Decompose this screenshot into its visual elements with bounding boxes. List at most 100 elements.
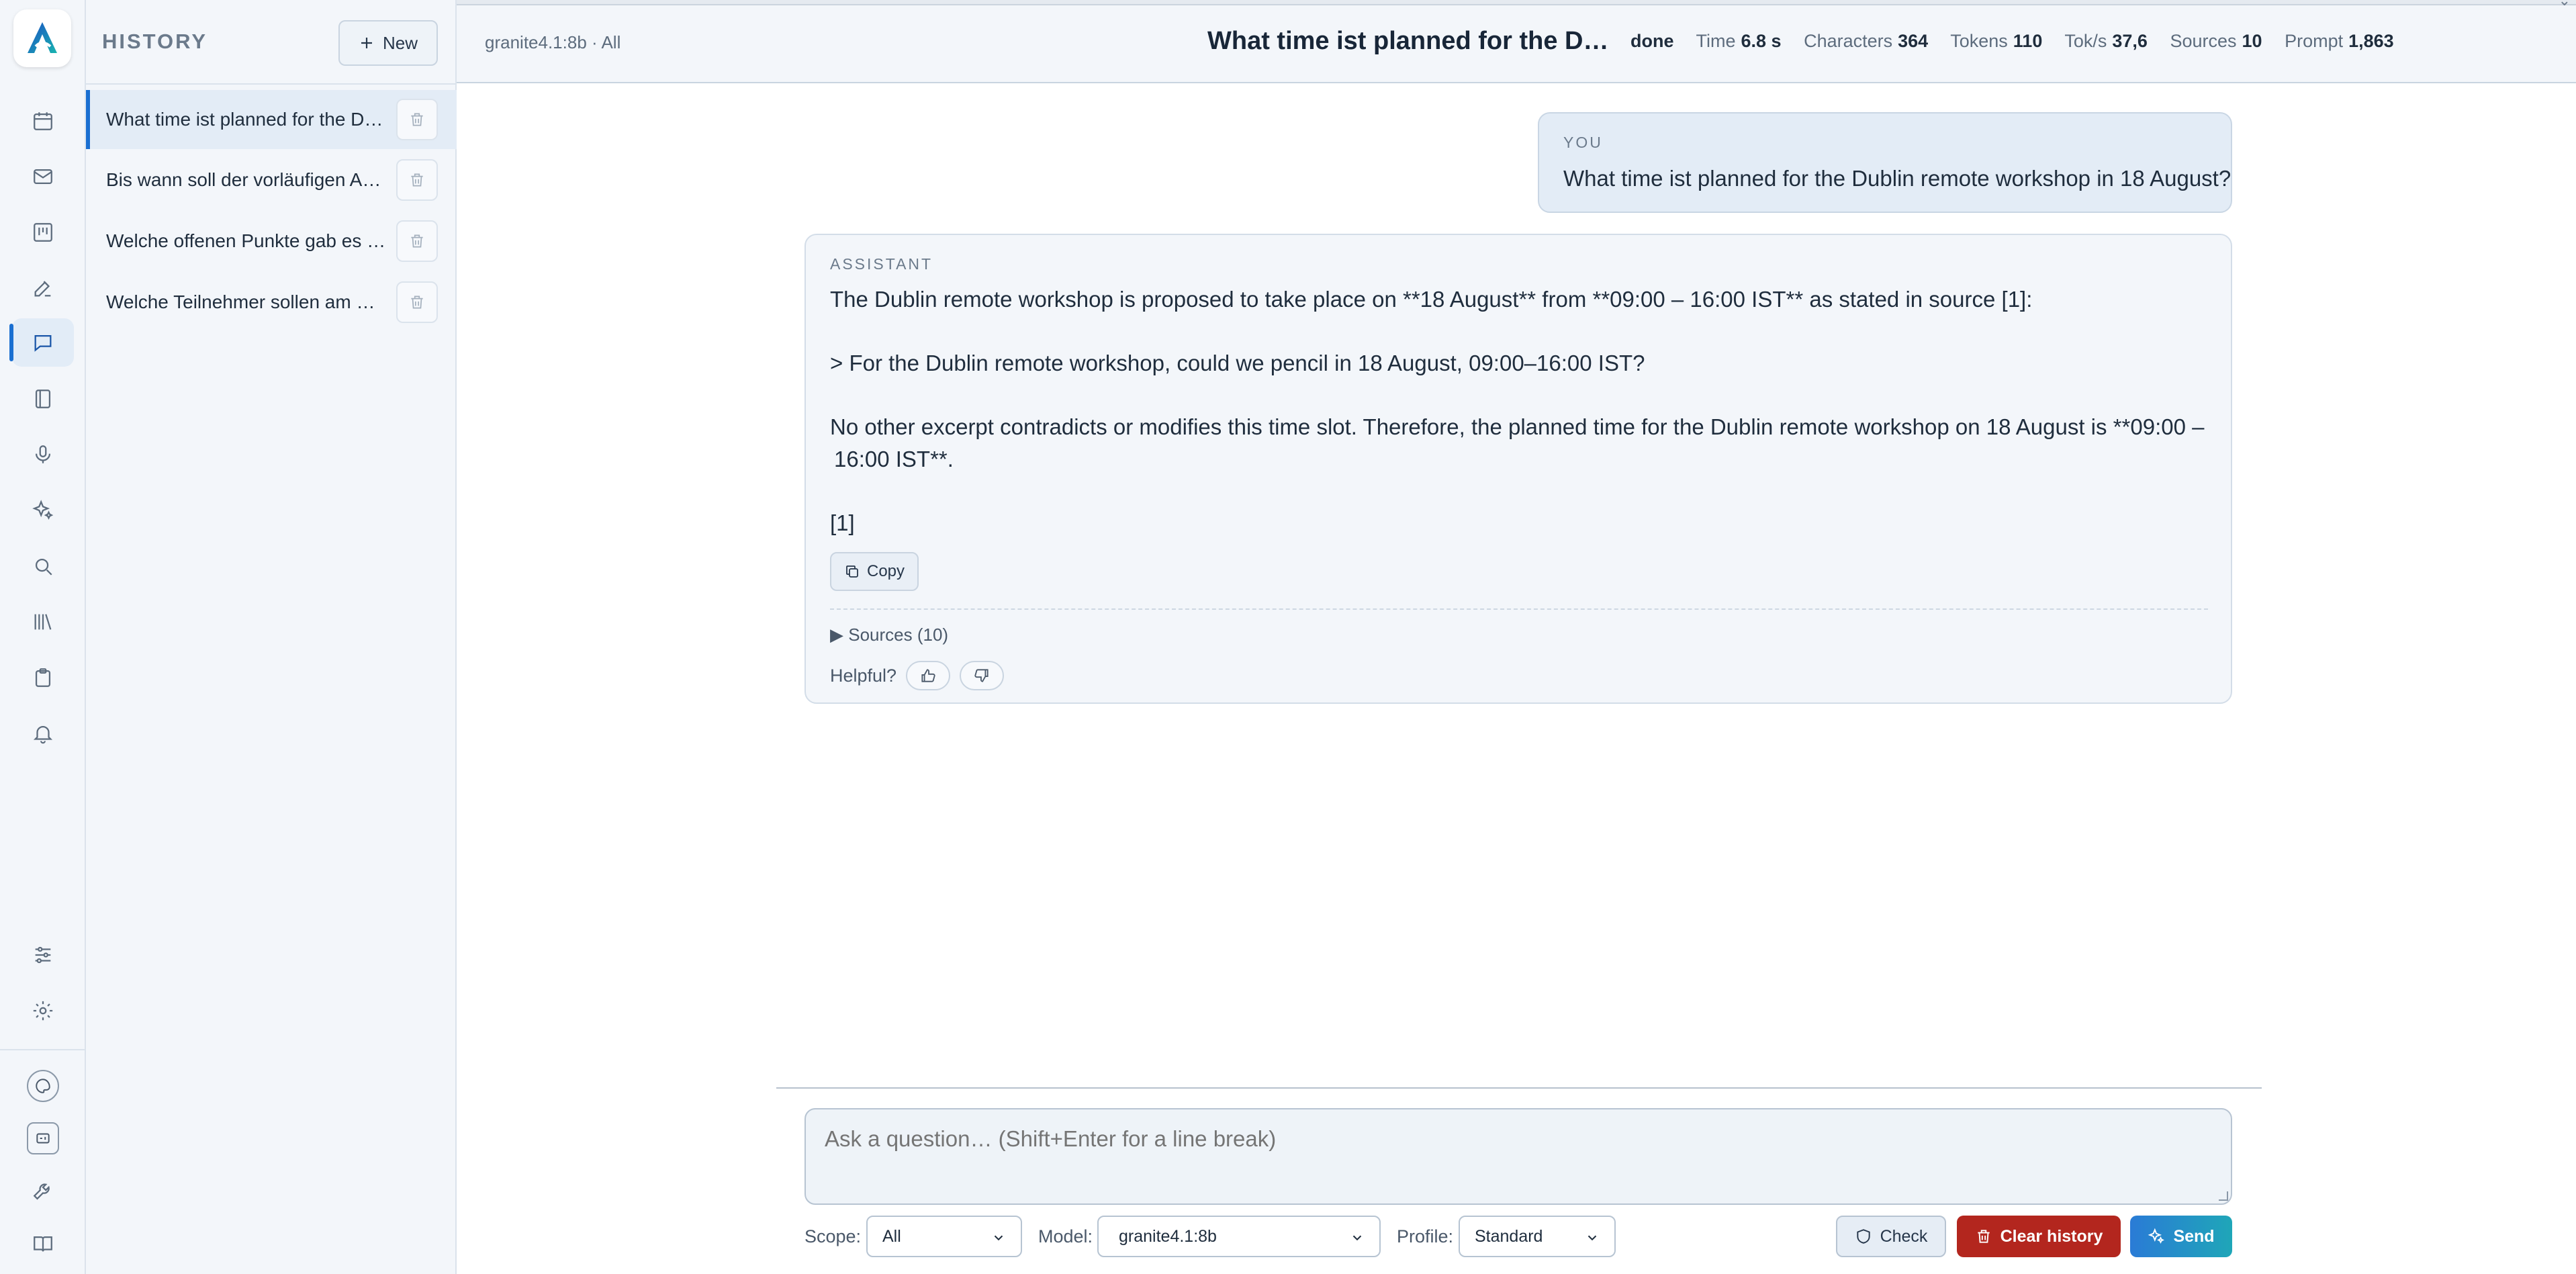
horizontal-scrollbar[interactable] bbox=[457, 0, 2576, 5]
logo-icon bbox=[28, 22, 57, 53]
delete-history-button[interactable] bbox=[396, 220, 438, 262]
bell-icon bbox=[33, 726, 53, 744]
sources-toggle[interactable]: ▶ Sources (10) bbox=[830, 625, 948, 645]
stat-label: Tokens bbox=[1950, 31, 2008, 51]
stat-value: 110 bbox=[2013, 31, 2043, 51]
search-icon bbox=[35, 558, 52, 576]
model-value: granite4.1:8b bbox=[1119, 1226, 1217, 1246]
sliders-icon bbox=[35, 946, 51, 964]
feedback-row: Helpful? bbox=[830, 661, 1005, 690]
nav-chat[interactable] bbox=[9, 318, 74, 367]
composer-divider bbox=[776, 1087, 2262, 1089]
resize-handle[interactable] bbox=[2219, 1191, 2228, 1201]
nav-notifications[interactable] bbox=[12, 709, 74, 758]
nav-calendar[interactable] bbox=[12, 97, 74, 145]
shield-icon bbox=[1856, 1229, 1870, 1244]
assistant-quote-line: > For the Dublin remote workshop, could … bbox=[830, 351, 1645, 375]
app-logo[interactable] bbox=[13, 9, 71, 67]
model-scope-label: granite4.1:8b · All bbox=[485, 32, 621, 52]
mic-icon bbox=[35, 445, 51, 463]
profile-label: Profile: bbox=[1397, 1226, 1454, 1246]
trash-icon bbox=[411, 295, 423, 309]
history-item-label: What time ist planned for the Dublin rem… bbox=[106, 109, 388, 130]
nav-kanban[interactable] bbox=[12, 208, 74, 257]
copy-button[interactable]: Copy bbox=[830, 552, 919, 591]
delete-history-button[interactable] bbox=[396, 281, 438, 323]
stat-value: 1,863 bbox=[2348, 31, 2394, 51]
assistant-message: ASSISTANT The Dublin remote workshop is … bbox=[804, 234, 2232, 704]
assistant-text-line: No other excerpt contradicts or modifies… bbox=[830, 414, 2205, 439]
nav-edit[interactable] bbox=[12, 264, 74, 312]
gb-icon bbox=[36, 1133, 50, 1144]
history-item[interactable]: Welche Teilnehmer sollen am Workshop tei… bbox=[86, 273, 457, 332]
settings-icon bbox=[33, 1001, 53, 1021]
new-chat-button[interactable]: New bbox=[338, 20, 438, 66]
thumbs-down-button[interactable] bbox=[960, 661, 1005, 690]
chevron-down-icon[interactable]: ⌄ bbox=[2559, 0, 2571, 9]
nav-voice[interactable] bbox=[12, 430, 74, 479]
stat-value: 37,6 bbox=[2112, 31, 2148, 51]
stat-value: 6.8 s bbox=[1741, 31, 1782, 51]
clipboard-icon bbox=[35, 668, 51, 687]
question-title: What time ist planned for the Dublin rem… bbox=[1207, 27, 1614, 55]
trash-icon bbox=[411, 173, 423, 187]
stats-bar: done Time 6.8 s Characters 364 Tokens 110 T… bbox=[1630, 31, 2394, 52]
sources-label: Sources (10) bbox=[848, 625, 949, 645]
nav-tools[interactable] bbox=[12, 1168, 74, 1216]
sparkles-icon bbox=[2148, 1228, 2165, 1244]
send-button[interactable]: Send bbox=[2130, 1216, 2232, 1257]
nav-clipboard[interactable] bbox=[12, 653, 74, 702]
model-label: Model: bbox=[1038, 1226, 1093, 1246]
triangle-right-icon: ▶ bbox=[830, 625, 843, 645]
trash-icon bbox=[1977, 1230, 1990, 1243]
scope-select[interactable]: All bbox=[866, 1216, 1022, 1257]
nav-settings[interactable] bbox=[12, 987, 74, 1035]
library-icon bbox=[34, 614, 52, 630]
nav-library[interactable] bbox=[12, 598, 74, 646]
history-item-label: Bis wann soll der vorläufigen Abstimmung… bbox=[106, 169, 388, 190]
clear-history-button[interactable]: Clear history bbox=[1957, 1216, 2121, 1257]
nav-mail[interactable] bbox=[12, 152, 74, 201]
thumbs-up-icon bbox=[921, 669, 935, 682]
nav-notebook[interactable] bbox=[12, 375, 74, 423]
history-panel: HISTORY New What time ist planned for th… bbox=[86, 0, 457, 1274]
stat-value: 364 bbox=[1898, 31, 1929, 51]
assistant-text-line: 16:00 IST**. bbox=[834, 447, 954, 471]
thumbs-up-button[interactable] bbox=[906, 661, 951, 690]
stat-label: Tok/s bbox=[2064, 31, 2107, 51]
history-header: HISTORY New bbox=[86, 0, 457, 85]
nav-docs[interactable] bbox=[12, 1220, 74, 1268]
mail-icon bbox=[34, 169, 52, 185]
user-role-label: YOU bbox=[1563, 134, 1603, 151]
nav-ai[interactable] bbox=[12, 486, 74, 535]
question-input[interactable] bbox=[823, 1126, 2207, 1152]
nav-theme[interactable] bbox=[27, 1070, 59, 1102]
clear-history-label: Clear history bbox=[2000, 1226, 2103, 1246]
profile-value: Standard bbox=[1475, 1226, 1543, 1246]
history-item-label: Welche Teilnehmer sollen am Workshop tei… bbox=[106, 291, 388, 312]
edit-icon bbox=[34, 281, 51, 297]
book-icon bbox=[34, 1236, 52, 1252]
delete-history-button[interactable] bbox=[396, 99, 438, 140]
stat-label: Sources bbox=[2170, 31, 2237, 51]
history-title: HISTORY bbox=[102, 30, 208, 53]
model-select[interactable]: granite4.1:8b bbox=[1097, 1216, 1381, 1257]
scope-value: All bbox=[882, 1226, 901, 1246]
history-item[interactable]: Bis wann soll der vorläufigen Abstimmung… bbox=[86, 150, 457, 210]
history-item[interactable]: What time ist planned for the Dublin rem… bbox=[86, 90, 457, 149]
nav-search[interactable] bbox=[12, 542, 74, 590]
profile-select[interactable]: Standard bbox=[1459, 1216, 1616, 1257]
palette-icon bbox=[36, 1079, 50, 1093]
question-composer[interactable] bbox=[804, 1108, 2232, 1205]
user-message-text: What time ist planned for the Dublin rem… bbox=[1563, 166, 2232, 191]
nav-language[interactable] bbox=[27, 1122, 59, 1154]
citation-ref[interactable]: [1] bbox=[830, 507, 855, 539]
check-button[interactable]: Check bbox=[1836, 1216, 1946, 1257]
copy-icon bbox=[846, 565, 858, 578]
history-item[interactable]: Welche offenen Punkte gab es im letzten … bbox=[86, 212, 457, 271]
nav-sliders[interactable] bbox=[12, 931, 74, 979]
delete-history-button[interactable] bbox=[396, 159, 438, 201]
new-chat-label: New bbox=[382, 32, 418, 53]
chevron-down-icon bbox=[1352, 1235, 1362, 1241]
stat-label: Characters bbox=[1804, 31, 1893, 51]
